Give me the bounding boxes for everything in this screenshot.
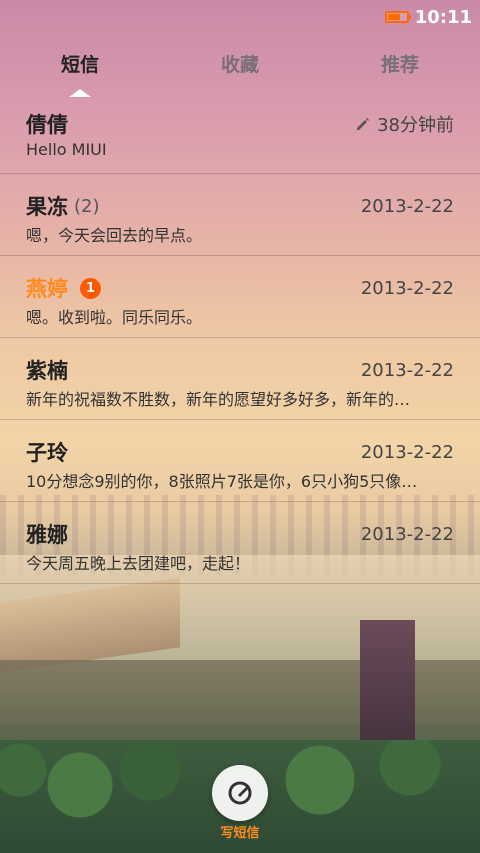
message-preview: 嗯，今天会回去的早点。 <box>26 226 203 245</box>
contact-name-wrap: 雅娜 <box>26 519 68 549</box>
contact-name: 倩倩 <box>26 113 68 137</box>
tab-messages[interactable]: 短信 <box>0 50 160 97</box>
contact-name: 雅娜 <box>26 523 68 547</box>
message-time: 2013-2-22 <box>360 523 454 545</box>
compose-icon <box>228 781 252 805</box>
message-count: (2) <box>74 195 100 217</box>
pencil-icon <box>357 118 370 130</box>
unread-badge: 1 <box>80 277 101 299</box>
battery-icon <box>384 11 411 23</box>
message-preview: 嗯。收到啦。同乐同乐。 <box>26 308 203 327</box>
message-time: 2013-2-22 <box>360 441 454 463</box>
contact-name-wrap: 紫楠 <box>26 355 68 385</box>
compose-button[interactable] <box>212 765 268 821</box>
message-time: 2013-2-22 <box>360 359 454 381</box>
message-preview: 新年的祝福数不胜数，新年的愿望好多好多，新年的… <box>26 390 411 409</box>
message-item[interactable]: 燕婷 1 2013-2-22 嗯。收到啦。同乐同乐。 <box>0 256 480 338</box>
tab-label: 推荐 <box>380 53 419 76</box>
message-preview: Hello MIUI <box>26 140 107 159</box>
tab-label: 收藏 <box>220 53 259 76</box>
tab-favorites[interactable]: 收藏 <box>160 50 320 77</box>
contact-name-wrap: 倩倩 <box>26 109 68 139</box>
tab-recommended[interactable]: 推荐 <box>320 50 480 77</box>
contact-name: 子玲 <box>26 441 68 465</box>
message-item[interactable]: 子玲 2013-2-22 10分想念9别的你，8张照片7张是你，6只小狗5只像… <box>0 420 480 502</box>
message-time: 2013-2-22 <box>360 277 454 299</box>
tab-bar: 短信 收藏 推荐 <box>0 34 480 97</box>
message-item[interactable]: 紫楠 2013-2-22 新年的祝福数不胜数，新年的愿望好多好多，新年的… <box>0 338 480 420</box>
contact-name: 果冻 <box>26 195 68 219</box>
message-list: 倩倩 38分钟前 Hello MIUI 果冻 (2) 2013-2-22 嗯，今… <box>0 92 480 584</box>
message-time-wrap: 38分钟前 <box>355 111 454 137</box>
message-time: 38分钟前 <box>377 115 454 136</box>
message-item[interactable]: 倩倩 38分钟前 Hello MIUI <box>0 92 480 174</box>
tab-label: 短信 <box>60 53 99 76</box>
contact-name: 紫楠 <box>26 359 68 383</box>
contact-name-wrap: 子玲 <box>26 437 68 467</box>
contact-name-wrap: 燕婷 1 <box>26 273 101 303</box>
message-item[interactable]: 雅娜 2013-2-22 今天周五晚上去团建吧，走起！ <box>0 502 480 584</box>
wallpaper-tower <box>360 620 415 760</box>
status-time: 10:11 <box>414 6 472 28</box>
message-time: 2013-2-22 <box>360 195 454 217</box>
status-bar: 10:11 <box>0 0 480 34</box>
message-preview: 今天周五晚上去团建吧，走起！ <box>26 554 251 573</box>
contact-name: 燕婷 <box>26 277 68 301</box>
contact-name-wrap: 果冻 (2) <box>26 191 100 221</box>
message-item[interactable]: 果冻 (2) 2013-2-22 嗯，今天会回去的早点。 <box>0 174 480 256</box>
compose-label: 写短信 <box>220 826 260 841</box>
message-preview: 10分想念9别的你，8张照片7张是你，6只小狗5只像… <box>26 472 418 491</box>
